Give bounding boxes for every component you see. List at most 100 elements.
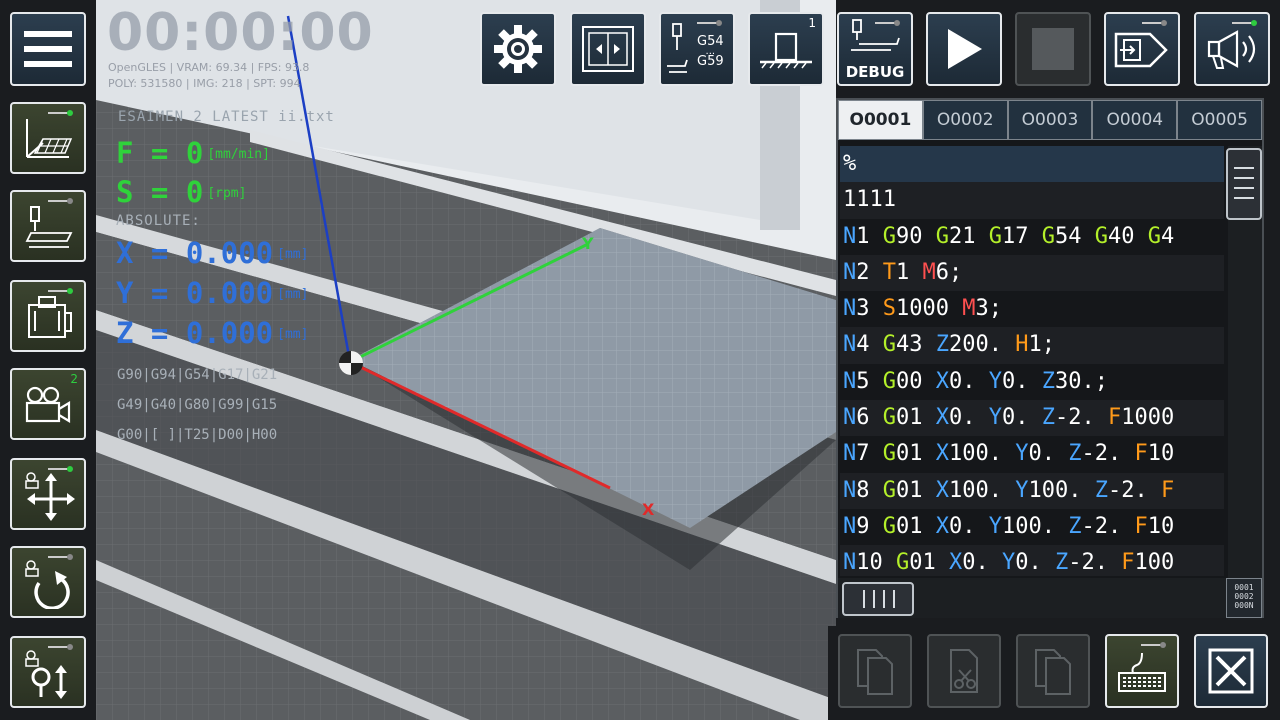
paste-button[interactable] <box>1016 634 1090 708</box>
gcode-token: 1 <box>856 223 883 249</box>
gcode-line[interactable]: % <box>840 146 1224 183</box>
hamburger-icon <box>24 31 72 67</box>
gcode-token: 90 <box>896 223 936 249</box>
feed-unit: [mm/min] <box>207 147 270 162</box>
stop-button[interactable] <box>1015 12 1091 86</box>
gcode-token: Y <box>1002 550 1016 576</box>
machine-view-button[interactable] <box>10 280 86 352</box>
megaphone-icon <box>1207 30 1256 69</box>
gcode-token: T <box>882 259 896 285</box>
feed-readout: F = 0 [mm/min] <box>116 136 270 172</box>
gcode-line[interactable]: N3 S1000 M3; <box>840 291 1224 327</box>
gcode-line[interactable]: N7 G01 X100. Y0. Z-2. F10 <box>840 436 1224 472</box>
spindle-unit: [rpm] <box>207 186 247 201</box>
gcode-token: 0. <box>1002 405 1042 431</box>
gcode-token: 01 <box>896 513 936 539</box>
camera-view-button[interactable]: 2 <box>10 368 86 440</box>
gcode-token: 10 <box>1147 513 1175 539</box>
home-position-button[interactable]: 1 <box>748 12 824 86</box>
camera-pan-button[interactable] <box>10 458 86 530</box>
gcode-line[interactable]: N6 G01 X0. Y0. Z-2. F1000 <box>840 400 1224 437</box>
load-program-button[interactable] <box>1104 12 1180 86</box>
gcode-token: Y <box>988 405 1002 431</box>
gcode-token: G <box>882 368 896 394</box>
cycle-start-button[interactable] <box>926 12 1002 86</box>
gcode-line[interactable]: N4 G43 Z200. H1; <box>840 327 1224 364</box>
toggle-off-led <box>1142 20 1167 26</box>
gcode-token: G <box>935 223 949 249</box>
vertical-scrollbar-thumb[interactable] <box>1226 148 1262 220</box>
settings-button[interactable] <box>480 12 556 86</box>
y-position-readout: Y = 0.000 [mm] <box>116 276 308 312</box>
gcode-token: F <box>1160 477 1175 503</box>
gcode-token: M <box>922 259 936 285</box>
spindle-readout: S = 0 [rpm] <box>116 175 246 211</box>
numbering-line-2: 0002 <box>1234 592 1254 601</box>
door-toggle-button[interactable] <box>570 12 646 86</box>
tab-o0001[interactable]: O0001 <box>838 100 923 140</box>
tool-path-button[interactable] <box>10 190 86 262</box>
toggle-on-led <box>48 110 73 116</box>
gear-icon <box>494 25 542 73</box>
debug-button[interactable]: DEBUG <box>837 12 913 86</box>
home-position-icon <box>760 32 812 69</box>
gcode-line[interactable]: 1111 <box>840 182 1224 219</box>
gcode-token: S <box>882 296 896 322</box>
toggle-off-led <box>1141 642 1166 648</box>
coordinate-mode-label: ABSOLUTE: <box>116 213 201 229</box>
gcode-token: Z <box>1094 477 1108 503</box>
copy-button[interactable] <box>838 634 912 708</box>
gcode-token: Y <box>1015 477 1029 503</box>
line-numbering-button[interactable]: 0001 0002 000N <box>1226 578 1262 618</box>
gcode-token: 0. <box>1015 550 1055 576</box>
gcode-line[interactable]: N1 G90 G21 G17 G54 G40 G4 <box>840 219 1224 255</box>
move-arrows-icon <box>25 472 75 521</box>
gcode-token: % <box>843 151 857 176</box>
cycle-timer: 00:00:00 <box>107 3 374 63</box>
keyboard-button[interactable] <box>1105 634 1179 708</box>
work-offset-button[interactable]: G54 ... G59 <box>659 12 735 86</box>
grid-view-button[interactable] <box>10 102 86 174</box>
horizontal-scrollbar-thumb[interactable] <box>842 582 914 616</box>
grid-plane-icon <box>26 119 73 158</box>
gcode-token: -2. <box>1081 441 1135 467</box>
gcode-token: N <box>843 332 857 358</box>
tab-o0002[interactable]: O0002 <box>922 100 1008 140</box>
zoom-icon <box>25 650 67 699</box>
gcode-line[interactable]: N2 T1 M6; <box>840 254 1224 292</box>
main-menu-button[interactable] <box>10 12 86 86</box>
offset-range-label: G54 ... G59 <box>697 35 724 68</box>
gcode-token: 30.; <box>1055 368 1108 394</box>
gcode-line[interactable]: N10 G01 X0. Y0. Z-2. F100 <box>840 545 1224 576</box>
gcode-token: X <box>949 550 963 576</box>
numbering-line-3: 000N <box>1234 601 1254 610</box>
gcode-token: 01 <box>896 405 936 431</box>
gcode-token: 0. <box>1002 368 1042 394</box>
gcode-line[interactable]: N9 G01 X0. Y100. Z-2. F10 <box>840 509 1224 545</box>
gcode-token: 10 <box>1147 441 1175 467</box>
gcode-line[interactable]: N5 G00 X0. Y0. Z30.; <box>840 364 1224 400</box>
gcode-token: 00 <box>896 368 936 394</box>
tab-o0004[interactable]: O0004 <box>1092 100 1178 140</box>
tab-o0003[interactable]: O0003 <box>1007 100 1093 140</box>
gcode-listing[interactable]: % 1111 N1 G90 G21 G17 G54 G40 G4 N2 T1 M6; N… <box>840 146 1224 576</box>
camera-zoom-button[interactable] <box>10 636 86 708</box>
gcode-token: 9 <box>856 513 883 539</box>
gcode-token: Z <box>1068 441 1082 467</box>
z-position-readout: Z = 0.000 [mm] <box>116 316 308 352</box>
tab-o0005[interactable]: O0005 <box>1177 100 1262 140</box>
gcode-token: 100. <box>949 477 1016 503</box>
gcode-token: 0. <box>949 368 989 394</box>
cut-button[interactable] <box>927 634 1001 708</box>
camera-rotate-button[interactable] <box>10 546 86 618</box>
close-editor-button[interactable] <box>1194 634 1268 708</box>
z-position-value: Z = 0.000 <box>116 316 274 350</box>
gcode-token: N <box>843 441 857 467</box>
machine-enclosure-icon <box>28 296 72 338</box>
gcode-token: 01 <box>909 550 949 576</box>
grip-lines-icon <box>1234 167 1254 199</box>
gcode-line[interactable]: N8 G01 X100. Y100. Z-2. F <box>840 472 1224 509</box>
sound-toggle-button[interactable] <box>1194 12 1270 86</box>
home-position-count: 1 <box>808 16 816 30</box>
x-position-unit: [mm] <box>277 247 309 262</box>
